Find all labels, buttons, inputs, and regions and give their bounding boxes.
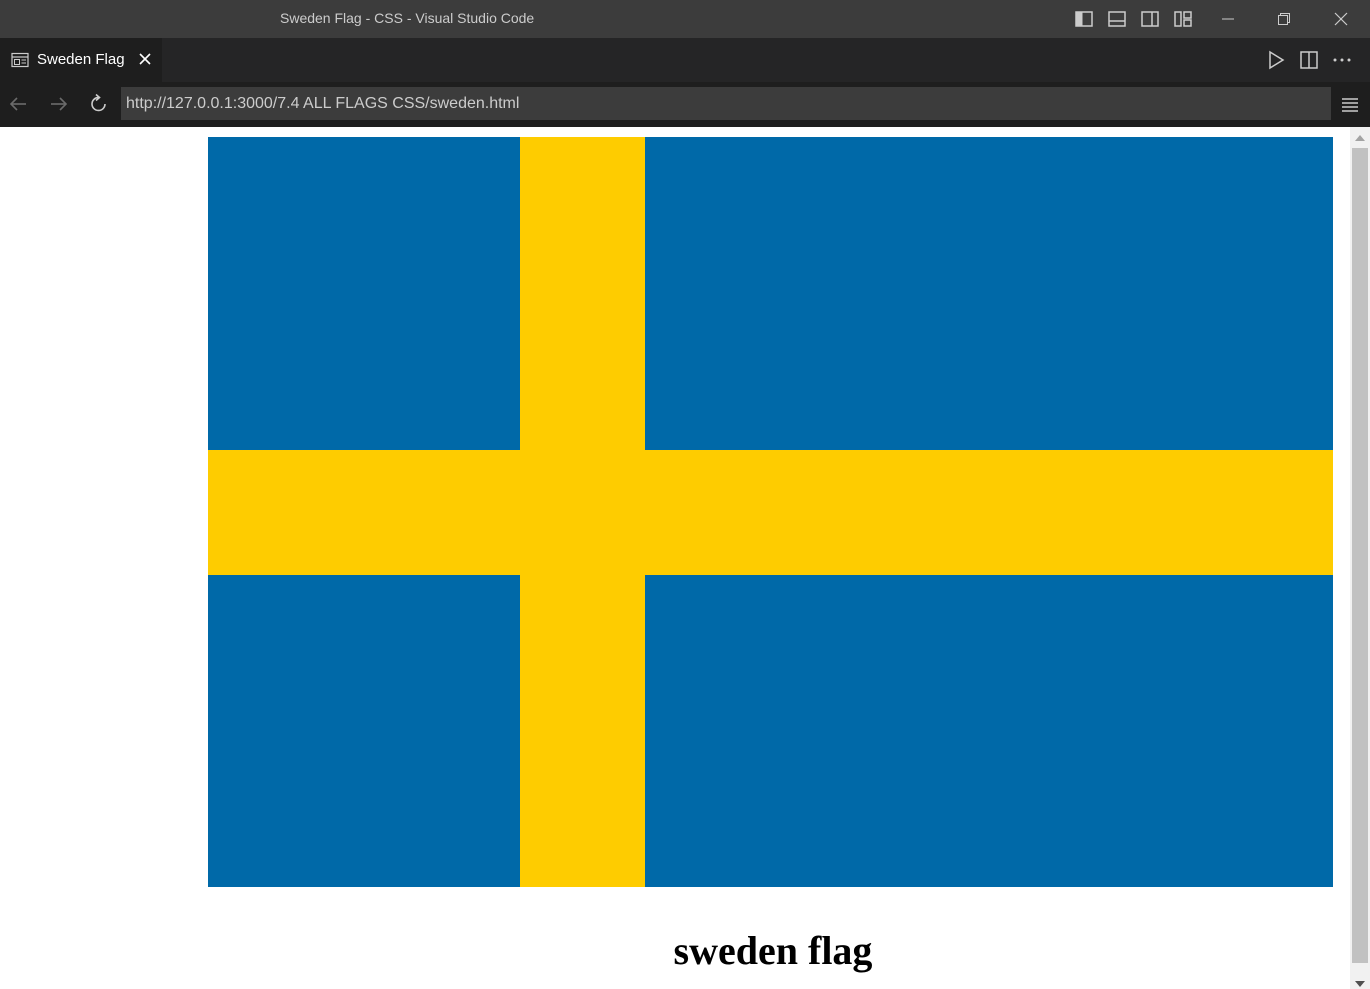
editor-tab-bar: Sweden Flag [0, 38, 1370, 82]
toggle-primary-sidebar-icon[interactable] [1074, 9, 1094, 29]
forward-arrow-icon[interactable] [48, 93, 70, 115]
sweden-flag [208, 137, 1333, 887]
run-icon[interactable] [1265, 49, 1287, 71]
browser-viewport: sweden flag [0, 127, 1350, 989]
restore-button[interactable] [1256, 0, 1312, 38]
url-input[interactable] [122, 88, 1326, 119]
menu-icon[interactable] [1339, 93, 1361, 115]
customize-layout-icon[interactable] [1173, 9, 1193, 29]
scrollbar[interactable] [1350, 127, 1370, 989]
tab-sweden-flag[interactable]: Sweden Flag [0, 38, 162, 82]
tab-label: Sweden Flag [37, 51, 125, 68]
scroll-up-arrow-icon[interactable] [1355, 135, 1365, 141]
back-arrow-icon[interactable] [7, 93, 29, 115]
title-bar: Sweden Flag - CSS - Visual Studio Code [0, 0, 1370, 38]
close-window-button[interactable] [1313, 0, 1369, 38]
scrollbar-thumb[interactable] [1352, 148, 1368, 963]
minimize-button[interactable] [1200, 0, 1256, 38]
browser-nav-bar [0, 82, 1370, 127]
scroll-down-arrow-icon[interactable] [1355, 981, 1365, 987]
flag-caption: sweden flag [673, 928, 873, 973]
minimize-icon [1222, 18, 1234, 20]
window-title: Sweden Flag - CSS - Visual Studio Code [280, 10, 535, 26]
close-window-icon [1334, 12, 1348, 26]
split-editor-icon[interactable] [1298, 49, 1320, 71]
flag-cross-horizontal [208, 450, 1333, 575]
toggle-panel-icon[interactable] [1107, 9, 1127, 29]
preview-icon [11, 52, 29, 73]
more-actions-icon[interactable] [1331, 49, 1353, 71]
restore-icon [1278, 13, 1290, 25]
toggle-secondary-sidebar-icon[interactable] [1140, 9, 1160, 29]
url-bar[interactable] [121, 87, 1331, 120]
reload-icon[interactable] [88, 93, 110, 115]
close-icon[interactable] [137, 51, 153, 67]
